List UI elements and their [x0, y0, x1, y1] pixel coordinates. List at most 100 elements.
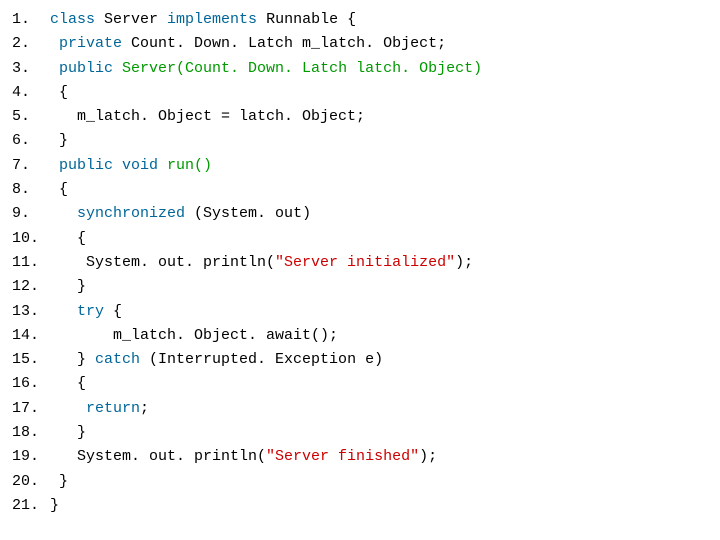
- code-token: {: [50, 230, 86, 247]
- line-number: 19.: [12, 445, 50, 469]
- code-token: }: [50, 473, 68, 490]
- line-number: 20.: [12, 470, 50, 494]
- line-number: 3.: [12, 57, 50, 81]
- line-number: 5.: [12, 105, 50, 129]
- line-content: }: [50, 470, 68, 494]
- line-content: m_latch. Object = latch. Object;: [50, 105, 365, 129]
- line-number: 1.: [12, 8, 50, 32]
- code-token: }: [50, 132, 68, 149]
- code-token: {: [50, 84, 68, 101]
- code-token: public: [59, 60, 122, 77]
- code-token: class: [50, 11, 104, 28]
- line-content: public void run(): [50, 154, 212, 178]
- code-token: run(): [167, 157, 212, 174]
- code-token: Server(Count. Down. Latch latch. Object): [122, 60, 482, 77]
- code-token: ;: [140, 400, 149, 417]
- line-number: 4.: [12, 81, 50, 105]
- code-token: }: [50, 497, 59, 514]
- code-line: 20. }: [12, 470, 708, 494]
- line-number: 2.: [12, 32, 50, 56]
- line-number: 18.: [12, 421, 50, 445]
- line-number: 8.: [12, 178, 50, 202]
- code-token: }: [50, 278, 86, 295]
- line-content: }: [50, 494, 59, 518]
- code-line: 18. }: [12, 421, 708, 445]
- code-token: implements: [167, 11, 266, 28]
- line-content: {: [50, 81, 68, 105]
- line-number: 14.: [12, 324, 50, 348]
- code-token: }: [50, 424, 86, 441]
- line-number: 9.: [12, 202, 50, 226]
- code-line: 12. }: [12, 275, 708, 299]
- code-line: 7. public void run(): [12, 154, 708, 178]
- code-token: m_latch. Object. await();: [50, 327, 338, 344]
- code-token: );: [419, 448, 437, 465]
- code-token: {: [50, 181, 68, 198]
- code-token: [50, 205, 77, 222]
- line-content: class Server implements Runnable {: [50, 8, 356, 32]
- line-content: m_latch. Object. await();: [50, 324, 338, 348]
- line-content: public Server(Count. Down. Latch latch. …: [50, 57, 482, 81]
- line-content: private Count. Down. Latch m_latch. Obje…: [50, 32, 446, 56]
- line-number: 13.: [12, 300, 50, 324]
- code-line: 9. synchronized (System. out): [12, 202, 708, 226]
- code-line: 3. public Server(Count. Down. Latch latc…: [12, 57, 708, 81]
- line-number: 6.: [12, 129, 50, 153]
- line-number: 16.: [12, 372, 50, 396]
- code-token: {: [50, 375, 86, 392]
- line-number: 12.: [12, 275, 50, 299]
- code-line: 10. {: [12, 227, 708, 251]
- code-line: 14. m_latch. Object. await();: [12, 324, 708, 348]
- line-number: 7.: [12, 154, 50, 178]
- line-content: }: [50, 421, 86, 445]
- line-content: {: [50, 372, 86, 396]
- code-token: System. out. println(: [50, 448, 266, 465]
- line-content: try {: [50, 300, 122, 324]
- code-token: Runnable {: [266, 11, 356, 28]
- code-token: [50, 400, 86, 417]
- code-token: }: [50, 351, 95, 368]
- line-content: }: [50, 275, 86, 299]
- code-token: Count. Down. Latch m_latch. Object;: [131, 35, 446, 52]
- line-content: System. out. println("Server initialized…: [50, 251, 473, 275]
- line-content: } catch (Interrupted. Exception e): [50, 348, 383, 372]
- code-token: public void: [59, 157, 167, 174]
- line-number: 15.: [12, 348, 50, 372]
- code-token: synchronized: [77, 205, 194, 222]
- code-token: "Server initialized": [275, 254, 455, 271]
- code-token: (System. out): [194, 205, 311, 222]
- line-number: 10.: [12, 227, 50, 251]
- code-token: [50, 303, 77, 320]
- code-line: 2. private Count. Down. Latch m_latch. O…: [12, 32, 708, 56]
- code-line: 21.}: [12, 494, 708, 518]
- line-content: System. out. println("Server finished");: [50, 445, 437, 469]
- code-token: catch: [95, 351, 149, 368]
- line-content: }: [50, 129, 68, 153]
- code-token: [50, 157, 59, 174]
- code-token: [50, 60, 59, 77]
- line-content: synchronized (System. out): [50, 202, 311, 226]
- code-line: 11. System. out. println("Server initial…: [12, 251, 708, 275]
- line-content: return;: [50, 397, 149, 421]
- code-line: 8. {: [12, 178, 708, 202]
- code-line: 5. m_latch. Object = latch. Object;: [12, 105, 708, 129]
- code-listing: 1.class Server implements Runnable {2. p…: [12, 8, 708, 518]
- code-token: Server: [104, 11, 167, 28]
- code-line: 1.class Server implements Runnable {: [12, 8, 708, 32]
- line-number: 11.: [12, 251, 50, 275]
- code-line: 17. return;: [12, 397, 708, 421]
- line-number: 21.: [12, 494, 50, 518]
- code-token: return: [86, 400, 140, 417]
- code-line: 4. {: [12, 81, 708, 105]
- code-token: {: [104, 303, 122, 320]
- code-token: private: [59, 35, 131, 52]
- code-token: try: [77, 303, 104, 320]
- code-token: );: [455, 254, 473, 271]
- code-token: System. out. println(: [50, 254, 275, 271]
- code-line: 16. {: [12, 372, 708, 396]
- code-token: (Interrupted. Exception e): [149, 351, 383, 368]
- code-line: 19. System. out. println("Server finishe…: [12, 445, 708, 469]
- line-content: {: [50, 178, 68, 202]
- line-content: {: [50, 227, 86, 251]
- code-token: m_latch. Object = latch. Object;: [50, 108, 365, 125]
